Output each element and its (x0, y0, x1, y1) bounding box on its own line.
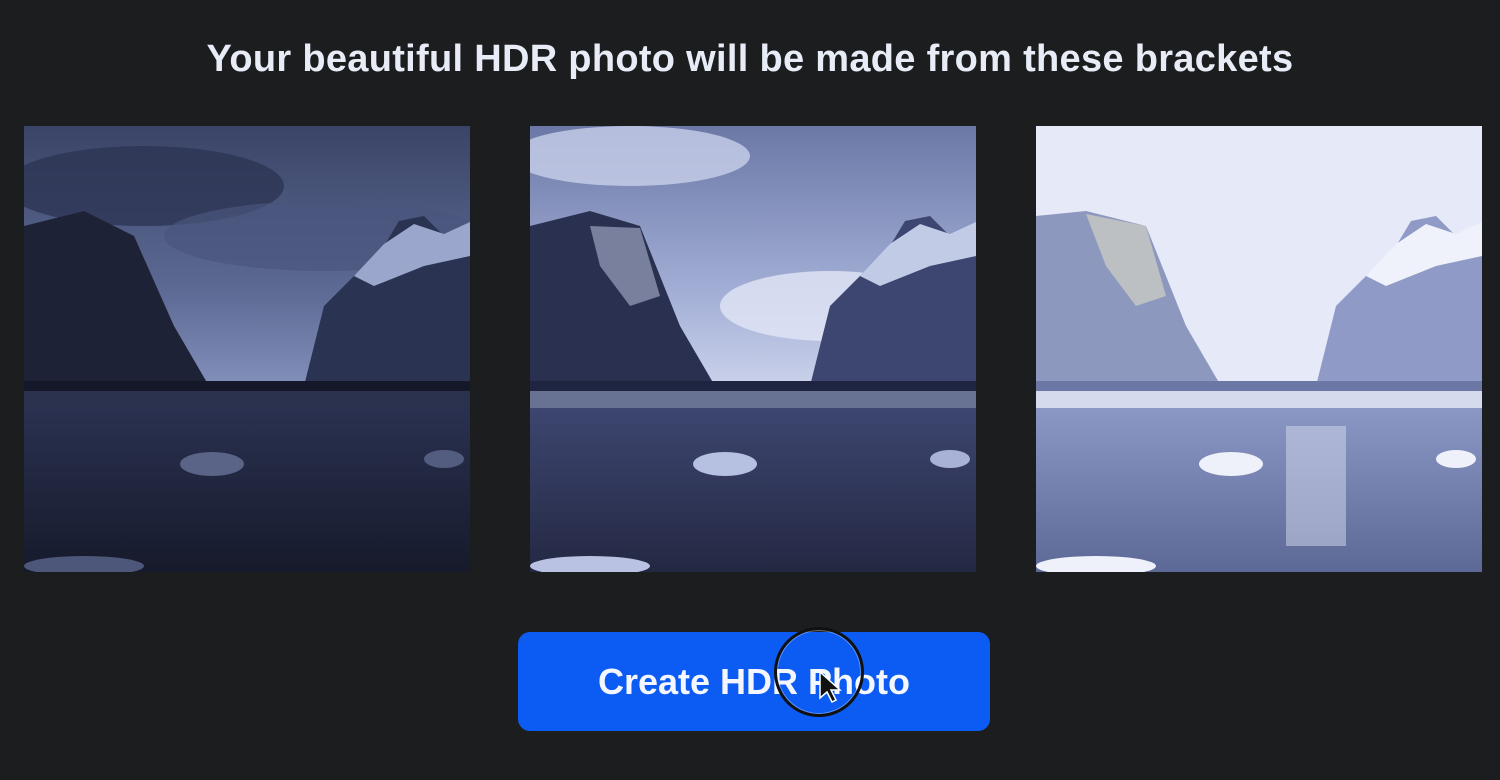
bracket-image-dark (24, 126, 470, 572)
bracket-image-bright (1036, 126, 1482, 572)
bracket-photo-dark (24, 126, 470, 572)
bracket-photo-bright (1036, 126, 1482, 572)
bracket-photo-normal (530, 126, 976, 572)
bracket-image-normal (530, 126, 976, 572)
page-title: Your beautiful HDR photo will be made fr… (206, 38, 1294, 80)
create-hdr-photo-button[interactable]: Create HDR Photo (518, 632, 990, 731)
